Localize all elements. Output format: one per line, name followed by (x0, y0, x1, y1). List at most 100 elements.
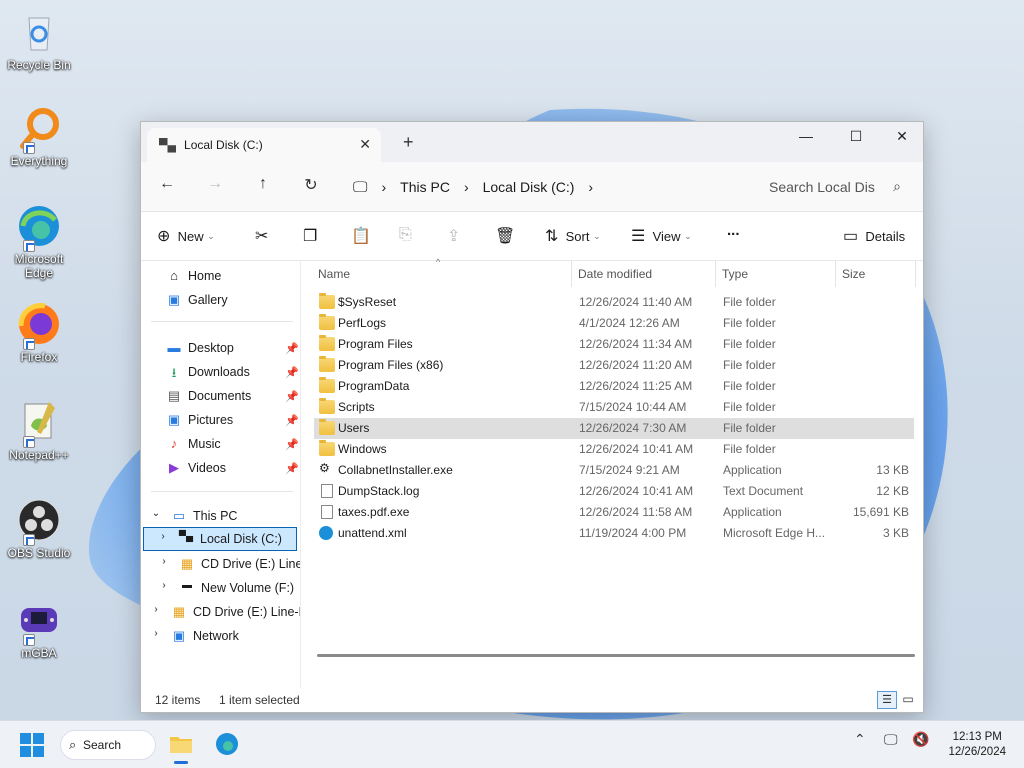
file-row[interactable]: Scripts 7/15/2024 10:44 AM File folder (314, 397, 914, 418)
taskbar-search[interactable]: ⌕ Search (60, 730, 156, 760)
file-row[interactable]: Program Files 12/26/2024 11:34 AM File fol… (314, 334, 914, 355)
file-row[interactable]: unattend.xml 11/19/2024 4:00 PM Microsoft … (314, 523, 914, 544)
sort-label: Sort (565, 228, 590, 244)
breadcrumb[interactable]: 🖵 › This PC › Local Disk (C:) › (343, 169, 739, 205)
nav-item-documents[interactable]: ▤ Documents 📌 (165, 384, 299, 408)
file-name: Windows (338, 442, 387, 456)
desktop-icon-obs[interactable]: OBS Studio (4, 496, 74, 560)
close-tab-icon[interactable]: ✕ (359, 136, 371, 153)
file-row[interactable]: Users 12/26/2024 7:30 AM File folder (314, 418, 914, 439)
desktop-icon-everything[interactable]: Everything (4, 104, 74, 168)
more-button[interactable]: ... (727, 222, 740, 239)
paste-button[interactable]: 📋 (351, 226, 371, 246)
maximize-button[interactable]: ☐ (841, 128, 871, 145)
nav-item-this-pc[interactable]: ⌄ ▭ This PC (147, 504, 238, 528)
cut-button[interactable]: ✂ (255, 226, 268, 246)
breadcrumb-this-pc[interactable]: This PC (400, 179, 450, 195)
nav-label: This PC (193, 509, 238, 523)
sort-button[interactable]: ⇅ Sort ⌄ (545, 226, 601, 246)
view-button[interactable]: ☰ View ⌄ (631, 226, 692, 246)
share-button[interactable]: ⇪ (447, 226, 460, 246)
nav-label: Home (188, 269, 222, 283)
minimize-button[interactable]: — (791, 128, 821, 144)
address-bar: ← → ↑ ↻ 🖵 › This PC › Local Disk (C:) › … (141, 162, 923, 212)
title-bar: ▀▄ Local Disk (C:) ✕ + — ☐ ✕ (141, 122, 923, 162)
nav-label: Desktop (188, 341, 234, 355)
desktop-icon-mgba[interactable]: mGBA (4, 596, 74, 660)
close-window-button[interactable]: ✕ (887, 128, 917, 145)
new-tab-button[interactable]: + (403, 132, 414, 153)
nav-item-desktop[interactable]: ▬ Desktop 📌 (165, 336, 299, 360)
nav-item-local-disk[interactable]: › ▀▄ Local Disk (C:) (143, 527, 297, 551)
new-button[interactable]: ⊕ New ⌄ (157, 226, 215, 246)
nav-item-new-volume[interactable]: › ▬ New Volume (F:) (155, 576, 294, 600)
nav-label: CD Drive (E:) Line-E (201, 557, 300, 571)
volume-muted-icon[interactable]: 🔇 (912, 731, 929, 748)
folder-icon (319, 398, 335, 414)
column-header-date[interactable]: Date modified (572, 261, 716, 287)
back-button[interactable]: ← (155, 175, 179, 193)
folder-icon (319, 440, 335, 456)
file-row[interactable]: Windows 12/26/2024 10:41 AM File folder (314, 439, 914, 460)
clock[interactable]: 12:13 PM 12/26/2024 (948, 730, 1006, 760)
forward-button[interactable]: → (203, 175, 227, 193)
nav-item-downloads[interactable]: ⭳ Downloads 📌 (165, 360, 299, 384)
delete-button[interactable]: 🗑 (495, 226, 515, 246)
desktop-icon-firefox[interactable]: Firefox (4, 300, 74, 364)
file-type: Application (723, 505, 782, 519)
nav-item-network[interactable]: › ▣ Network (147, 624, 239, 648)
pin-icon: 📌 (285, 366, 299, 379)
rename-button[interactable]: ⎘ (399, 226, 412, 244)
nav-label: CD Drive (E:) Line-Ed (193, 605, 300, 619)
network-status-icon[interactable]: 🖵 (884, 731, 898, 748)
nav-item-gallery[interactable]: ▣ Gallery (165, 288, 228, 312)
desktop-icon-recycle-bin[interactable]: Recycle Bin (4, 8, 74, 72)
desktop-icon-notepadpp[interactable]: Notepad++ (4, 398, 74, 462)
file-row[interactable]: PerfLogs 4/1/2024 12:26 AM File folder (314, 313, 914, 334)
taskbar: ⌕ Search ⌃ 🖵 🔇 12:13 PM 12/26/2024 (0, 720, 1024, 768)
music-icon: ♪ (170, 436, 178, 451)
chevron-right-icon: › (588, 179, 594, 195)
up-button[interactable]: ↑ (251, 175, 275, 193)
nav-item-cd-drive[interactable]: › ▦ CD Drive (E:) Line-Ed (147, 600, 300, 624)
view-icon: ☰ (631, 228, 646, 245)
start-button[interactable] (20, 733, 44, 757)
nav-item-cd-drive-e[interactable]: › ▦ CD Drive (E:) Line-E (155, 552, 300, 576)
chevron-right-icon: › (154, 628, 158, 639)
nav-label: Music (188, 437, 221, 451)
nav-item-pictures[interactable]: ▣ Pictures 📌 (165, 408, 299, 432)
tiles-view-button[interactable]: ▭ (899, 691, 917, 709)
file-row[interactable]: ⚙ CollabnetInstaller.exe 7/15/2024 9:21 AM… (314, 460, 914, 481)
file-row[interactable]: $SysReset 12/26/2024 11:40 AM File folder (314, 292, 914, 313)
column-header-type[interactable]: Type (716, 261, 836, 287)
nav-item-music[interactable]: ♪ Music 📌 (165, 432, 299, 456)
tab-local-disk[interactable]: ▀▄ Local Disk (C:) ✕ (147, 128, 381, 162)
file-row[interactable]: taxes.pdf.exe 12/26/2024 11:58 AM Applicat… (314, 502, 914, 523)
column-header-size[interactable]: Size (836, 261, 916, 287)
nav-item-videos[interactable]: ▶ Videos 📌 (165, 456, 299, 480)
breadcrumb-local-disk[interactable]: Local Disk (C:) (483, 179, 575, 195)
copy-button[interactable]: ❐ (303, 226, 317, 246)
details-view-button[interactable]: ☰ (877, 691, 897, 709)
refresh-button[interactable]: ↻ (299, 175, 323, 195)
status-bar: 12 items 1 item selected ☰ ▭ (141, 688, 923, 712)
pictures-icon: ▣ (167, 412, 181, 427)
nav-item-home[interactable]: ⌂ Home (165, 264, 221, 288)
column-header-name[interactable]: Name ^ (312, 257, 572, 287)
chevron-up-icon[interactable]: ⌃ (854, 731, 866, 748)
file-row[interactable]: DumpStack.log 12/26/2024 10:41 AM Text Doc… (314, 481, 914, 502)
edge-taskbar-icon[interactable] (214, 731, 240, 757)
file-row[interactable]: Program Files (x86) 12/26/2024 11:20 AM Fi… (314, 355, 914, 376)
home-icon: ⌂ (170, 268, 178, 283)
details-button[interactable]: ▭ Details (843, 226, 905, 246)
file-explorer-taskbar-icon[interactable] (168, 731, 194, 764)
file-date: 11/19/2024 4:00 PM (579, 526, 687, 540)
desktop-icon-edge[interactable]: Microsoft Edge (4, 202, 74, 280)
file-row[interactable]: ProgramData 12/26/2024 11:25 AM File folde… (314, 376, 914, 397)
share-icon: ⇪ (447, 228, 461, 245)
horizontal-scrollbar[interactable] (317, 654, 915, 657)
drive-icon: ▀▄ (159, 138, 177, 152)
search-input[interactable]: Search Local Dis ⌕ (751, 169, 911, 205)
sort-icon: ⇅ (545, 228, 559, 245)
pin-icon: 📌 (285, 438, 299, 451)
